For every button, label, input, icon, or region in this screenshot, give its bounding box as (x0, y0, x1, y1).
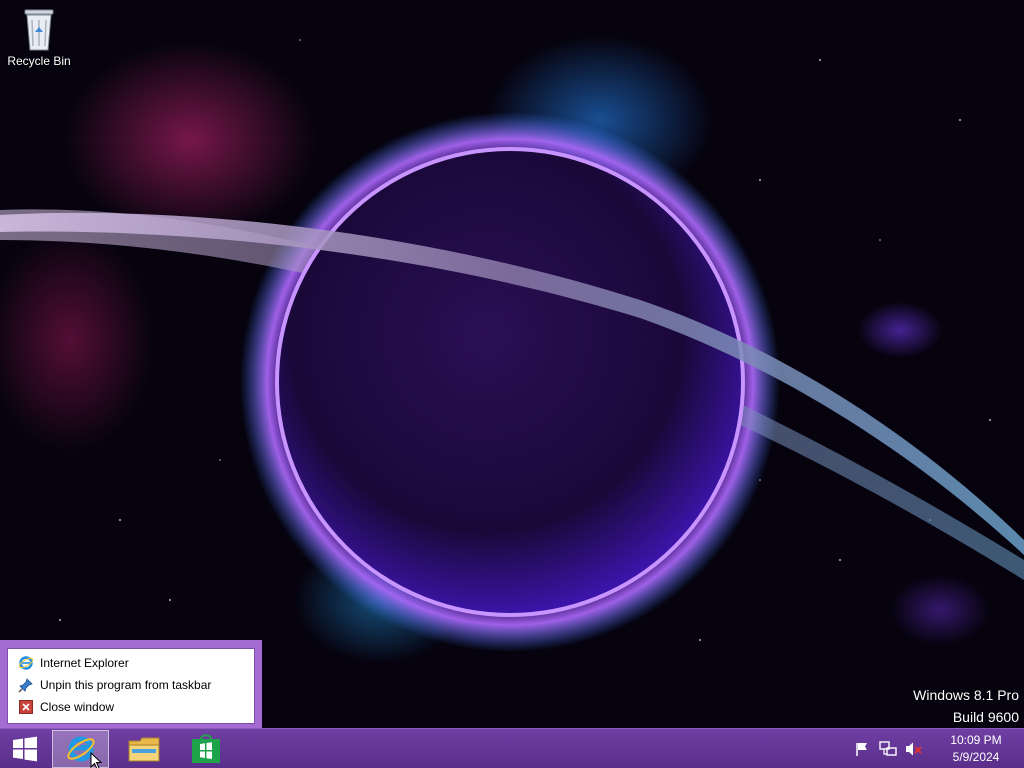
desktop-icon-recycle-bin[interactable]: Recycle Bin (4, 4, 74, 68)
store-icon (192, 734, 220, 763)
watermark-edition: Windows 8.1 Pro (913, 687, 1019, 703)
folder-icon (128, 737, 160, 762)
start-button[interactable] (0, 730, 50, 768)
desktop-icon-label: Recycle Bin (7, 54, 71, 68)
jump-list-item-label: Internet Explorer (40, 656, 129, 670)
taskbar-button-store[interactable] (178, 730, 234, 768)
volume-muted-icon[interactable] (904, 739, 924, 759)
jump-list-item-unpin[interactable]: Unpin this program from taskbar (8, 674, 254, 696)
taskbar-jump-list: Internet Explorer Unpin this program fro… (0, 640, 262, 731)
action-center-flag-icon[interactable] (852, 739, 872, 759)
network-icon[interactable] (878, 739, 898, 759)
jump-list-item-label: Close window (40, 700, 115, 714)
mouse-cursor-icon (90, 752, 102, 768)
watermark-build: Build 9600 (952, 709, 1019, 725)
close-icon (18, 699, 34, 715)
clock-time: 10:09 PM (950, 733, 1002, 747)
windows-watermark: Windows 8.1 Pro Build 9600 (913, 684, 1019, 728)
jump-list-item-close-window[interactable]: Close window (8, 696, 254, 718)
system-tray: 10:09 PM 5/9/2024 (852, 729, 1024, 768)
jump-list-item-internet-explorer[interactable]: Internet Explorer (8, 652, 254, 674)
jump-list-body: Internet Explorer Unpin this program fro… (7, 648, 255, 724)
clock-date: 5/9/2024 (952, 750, 1000, 764)
unpin-icon (18, 677, 34, 693)
taskbar: 10:09 PM 5/9/2024 (0, 728, 1024, 768)
windows-logo-icon (13, 736, 37, 762)
jump-list-item-label: Unpin this program from taskbar (40, 678, 212, 692)
taskbar-button-file-explorer[interactable] (116, 730, 172, 768)
internet-explorer-icon (18, 655, 34, 671)
desktop: Recycle Bin Windows 8.1 Pro Build 9600 I… (0, 0, 1024, 768)
taskbar-clock[interactable]: 10:09 PM 5/9/2024 (936, 732, 1016, 766)
recycle-bin-icon (24, 9, 54, 51)
